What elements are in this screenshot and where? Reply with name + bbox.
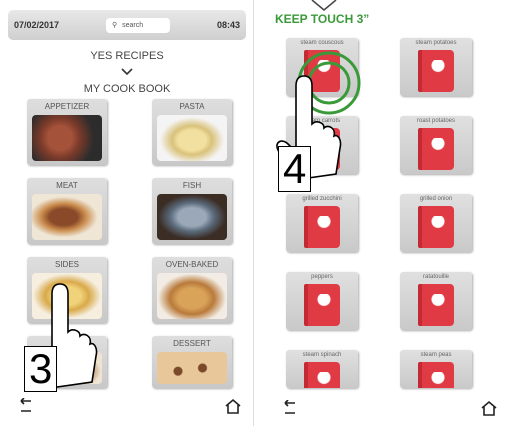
recipe-card[interactable]: roast potatoes [400, 116, 472, 174]
fish-image [157, 194, 227, 240]
time-label: 08:43 [216, 20, 240, 30]
category-label: MEAT [56, 181, 78, 190]
recipe-label: steam couscous [300, 40, 344, 46]
cookbook-icon [418, 50, 454, 92]
recipe-label: steam peas [420, 352, 452, 358]
category-label: PASTA [179, 102, 205, 111]
meat-image [32, 194, 102, 240]
cookbook-icon [418, 128, 454, 170]
right-screen: steam couscous steam potatoes steam carr… [264, 36, 508, 426]
date-label: 07/02/2017 [14, 20, 60, 30]
recipe-card[interactable]: steam peas [400, 350, 472, 388]
app-title: YES RECIPES [90, 50, 164, 62]
appetizer-image [32, 115, 102, 161]
search-input[interactable]: ⚲ search [106, 17, 170, 33]
home-icon[interactable] [480, 400, 498, 416]
cookbook-icon [418, 362, 454, 388]
category-label: APPETIZER [44, 102, 90, 111]
recipe-card[interactable]: peppers [286, 272, 358, 330]
category-oven-baked[interactable]: OVEN-BAKED [152, 257, 232, 323]
category-label: SIDES [54, 260, 79, 269]
oven-baked-image [157, 273, 227, 319]
status-bar: 07/02/2017 ⚲ search 08:43 [8, 10, 246, 40]
recipe-card[interactable]: steam potatoes [400, 38, 472, 96]
category-meat[interactable]: MEAT [27, 178, 107, 244]
recipe-label: grilled zucchini [302, 196, 342, 202]
category-pasta[interactable]: PASTA [152, 99, 232, 165]
instruction-title: KEEP TOUCH 3” [275, 12, 370, 26]
category-label: FISH [182, 181, 202, 190]
pasta-image [157, 115, 227, 161]
cookbook-icon [304, 284, 340, 326]
step-number: 3 [24, 346, 58, 392]
recipe-label: peppers [311, 274, 333, 280]
recipe-label: grilled onion [419, 196, 453, 202]
category-label: DESSERT [173, 339, 211, 348]
chevron-down-icon[interactable] [121, 68, 133, 76]
search-placeholder: search [122, 21, 144, 29]
category-dessert[interactable]: DESSERT [152, 336, 232, 388]
recipe-label: ratatouille [422, 274, 449, 280]
back-icon[interactable] [280, 400, 298, 416]
section-title: MY COOK BOOK [83, 83, 171, 95]
cookbook-icon [418, 284, 454, 326]
category-fish[interactable]: FISH [152, 178, 232, 244]
recipe-card[interactable]: grilled onion [400, 194, 472, 252]
cookbook-icon [304, 362, 340, 388]
recipe-card[interactable]: ratatouille [400, 272, 472, 330]
left-screen: 07/02/2017 ⚲ search 08:43 YES RECIPES MY… [0, 0, 254, 426]
chevron-down-icon [311, 0, 337, 11]
recipe-card[interactable]: grilled zucchini [286, 194, 358, 252]
recipe-label: roast potatoes [416, 118, 456, 124]
recipe-card[interactable]: steam spinach [286, 350, 358, 388]
category-label: OVEN-BAKED [165, 260, 219, 269]
step-number: 4 [278, 146, 312, 192]
home-icon[interactable] [224, 398, 242, 414]
category-appetizer[interactable]: APPETIZER [27, 99, 107, 165]
cookbook-icon [304, 206, 340, 248]
back-icon[interactable] [16, 398, 34, 414]
dessert-image [157, 352, 227, 384]
recipe-label: steam potatoes [415, 40, 457, 46]
search-icon: ⚲ [112, 22, 118, 29]
recipe-label: steam spinach [302, 352, 342, 358]
cookbook-icon [418, 206, 454, 248]
